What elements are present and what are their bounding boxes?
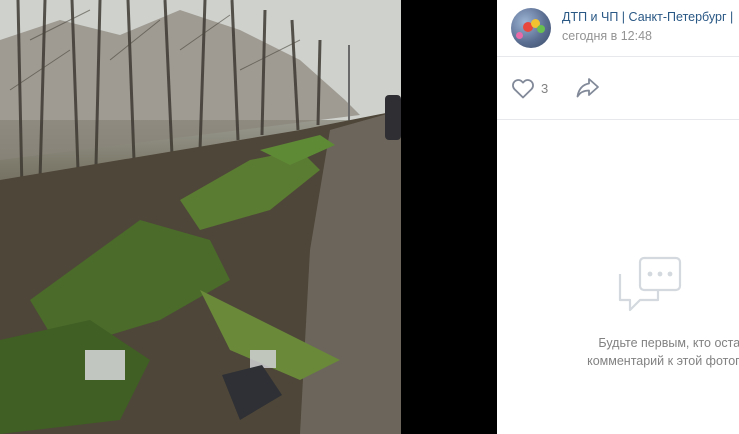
group-name-link[interactable]: ДТП и ЧП | Санкт-Петербург | (562, 10, 733, 24)
speech-bubble-dots-icon (618, 256, 682, 312)
like-count: 3 (541, 80, 549, 96)
post-actions: 3 (497, 57, 739, 120)
photo-viewer-backdrop (401, 0, 497, 434)
roadside-photo-illustration (0, 0, 401, 434)
post-timestamp[interactable]: сегодня в 12:48 (562, 29, 652, 43)
like-button[interactable]: 3 (511, 77, 548, 99)
comments-empty-line-1: Будьте первым, кто оставит (598, 336, 739, 350)
share-arrow-icon (576, 78, 599, 98)
post-photo[interactable] (0, 0, 401, 434)
post-header: ДТП и ЧП | Санкт-Петербург | сегодня в 1… (497, 0, 739, 57)
group-avatar[interactable] (511, 8, 551, 48)
photo-side-panel: ДТП и ЧП | Санкт-Петербург | сегодня в 1… (497, 0, 739, 434)
comments-empty-line-2: комментарий к этой фотографи (587, 354, 739, 368)
heart-outline-icon (512, 78, 534, 98)
comments-empty-text: Будьте первым, кто оставит комментарий к… (549, 334, 739, 370)
share-button[interactable] (575, 76, 601, 100)
